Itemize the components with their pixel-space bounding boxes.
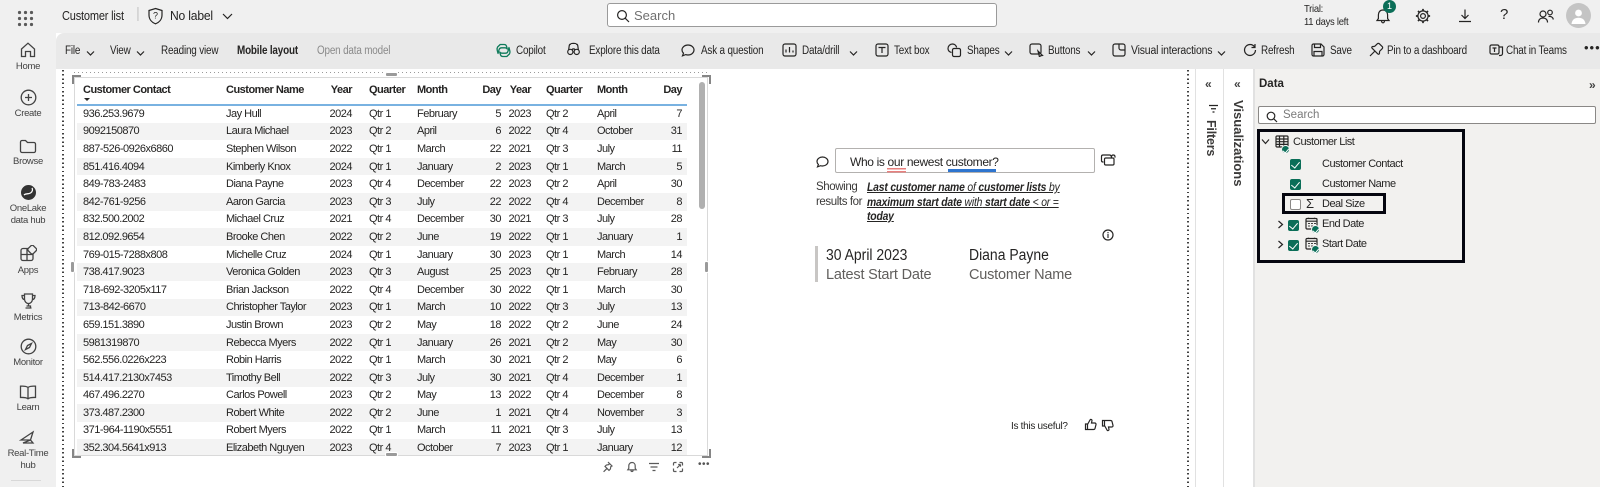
- svg-text:?: ?: [153, 11, 158, 21]
